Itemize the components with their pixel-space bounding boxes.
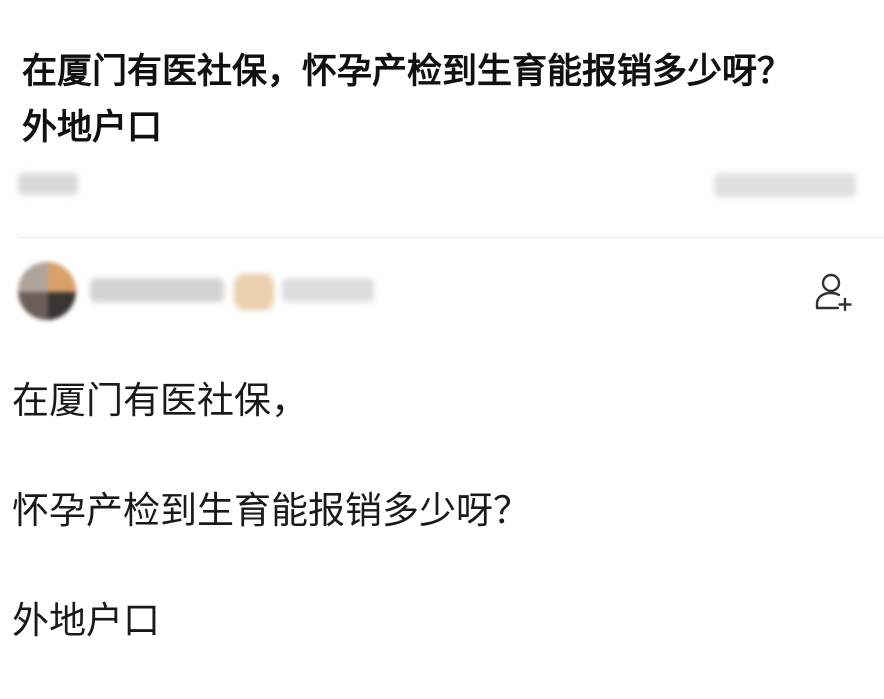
body-paragraph: 外地户口 [12, 599, 160, 642]
author-row [0, 258, 884, 324]
author-badge [234, 274, 274, 310]
avatar[interactable] [18, 262, 76, 320]
add-user-icon [815, 273, 852, 312]
question-meta-row [0, 165, 884, 205]
body-paragraph: 在厦门有医社保， [12, 379, 308, 422]
author-name[interactable] [90, 278, 224, 302]
author-extra-info [282, 278, 374, 302]
divider [18, 237, 884, 238]
blurred-meta-right [714, 173, 856, 197]
blurred-meta-left [18, 173, 78, 195]
question-title: 在厦门有医社保，怀孕产检到生育能报销多少呀？外地户口 [22, 52, 793, 148]
follow-button[interactable] [812, 270, 856, 314]
body-paragraph: 怀孕产检到生育能报销多少呀？ [12, 489, 530, 532]
